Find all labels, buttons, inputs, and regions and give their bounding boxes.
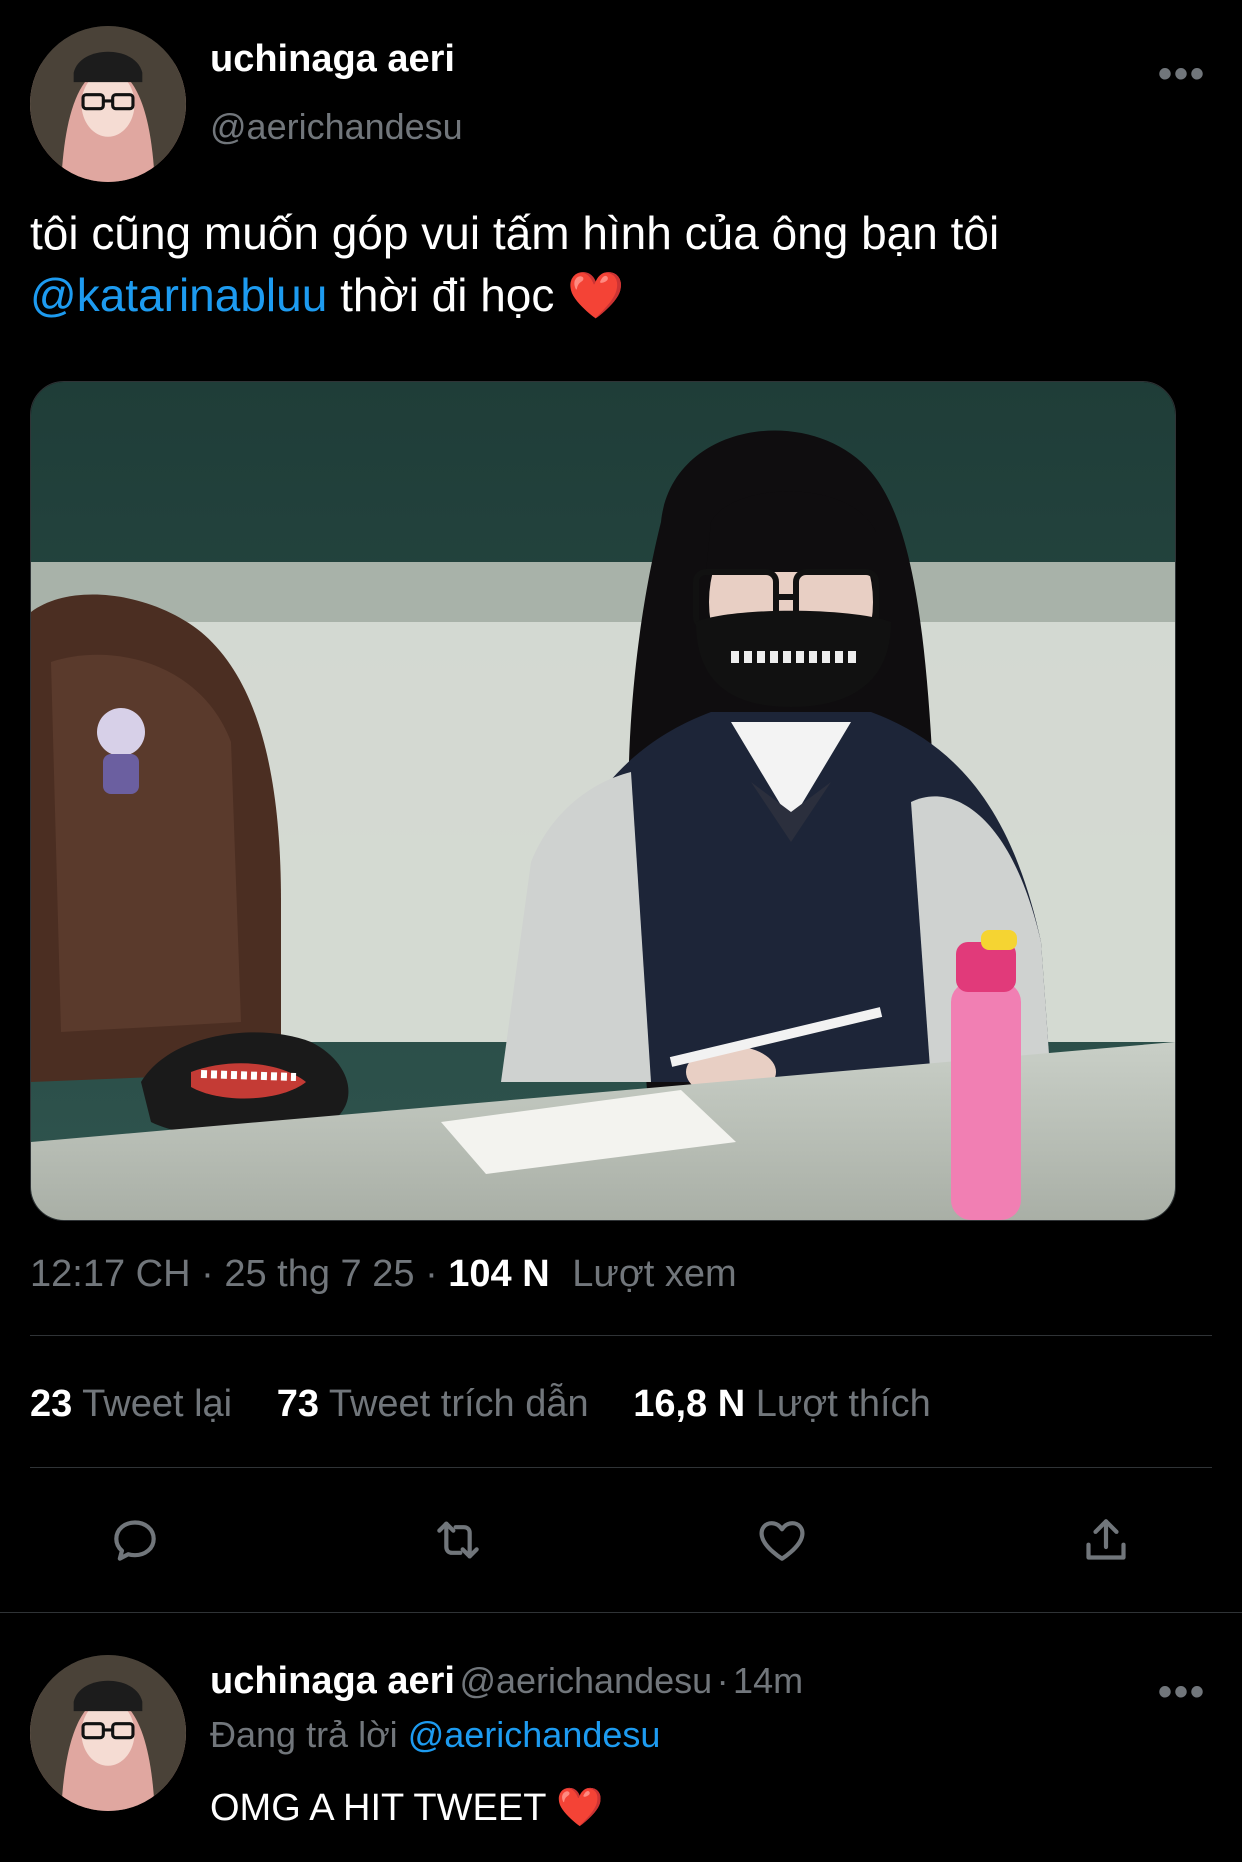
author-name[interactable]: uchinaga aeri <box>210 38 455 81</box>
retweet-icon[interactable] <box>430 1512 486 1568</box>
author-handle[interactable]: @aerichandesu <box>210 106 463 148</box>
tweet-stats: 23 Tweet lại 73 Tweet trích dẫn 16,8 N L… <box>30 1383 931 1426</box>
replying-to-mention[interactable]: @aerichandesu <box>408 1714 661 1755</box>
divider <box>30 1467 1212 1468</box>
reply-author-avatar[interactable] <box>30 1655 186 1811</box>
reply-author-handle[interactable]: @aerichandesu <box>459 1660 712 1701</box>
avatar-image <box>30 26 186 182</box>
heart-emoji: ❤️ <box>567 269 625 321</box>
meta-separator: · <box>201 1253 214 1295</box>
more-icon[interactable]: ••• <box>1158 52 1206 97</box>
divider <box>30 1335 1212 1336</box>
tweet-meta: 12:17 CH · 25 thg 7 25 · 104 N Lượt xem <box>30 1253 737 1296</box>
tweet-media-image[interactable] <box>30 381 1176 1221</box>
tweet-text-line2: @katarinabluu thời đi học ❤️ <box>30 264 1210 326</box>
views-count: 104 N <box>448 1253 550 1295</box>
reply-text-content: OMG A HIT TWEET <box>210 1787 546 1829</box>
tweet-text: tôi cũng muốn góp vui tấm hình của ông b… <box>30 202 1210 326</box>
quotes-label: Tweet trích dẫn <box>328 1383 589 1425</box>
meta-separator: · <box>425 1253 438 1295</box>
tweet-text-tail: thời đi học <box>327 269 568 321</box>
tweet-date[interactable]: 25 thg 7 25 <box>224 1253 414 1295</box>
retweets-label: Tweet lại <box>82 1383 233 1425</box>
avatar-image <box>30 1655 186 1811</box>
retweets-stat[interactable]: 23 Tweet lại <box>30 1383 232 1425</box>
reply-time[interactable]: 14m <box>733 1660 803 1701</box>
author-avatar[interactable] <box>30 26 186 182</box>
share-icon[interactable] <box>1078 1512 1134 1568</box>
reply-header: uchinaga aeri @aerichandesu · 14m <box>210 1660 803 1703</box>
quotes-count: 73 <box>276 1383 319 1425</box>
mention-link[interactable]: @katarinabluu <box>30 269 327 321</box>
likes-stat[interactable]: 16,8 N Lượt thích <box>633 1383 931 1425</box>
reply-icon[interactable] <box>107 1512 163 1568</box>
likes-label: Lượt thích <box>755 1383 931 1425</box>
heart-emoji: ❤️ <box>556 1787 604 1829</box>
likes-count: 16,8 N <box>633 1383 746 1425</box>
replying-label: Đang trả lời <box>210 1714 398 1755</box>
quotes-stat[interactable]: 73 Tweet trích dẫn <box>277 1383 589 1425</box>
tweet-time[interactable]: 12:17 CH <box>30 1253 191 1295</box>
tweet-text-line1: tôi cũng muốn góp vui tấm hình của ông b… <box>30 207 1000 259</box>
reply-time-separator: · <box>716 1660 729 1701</box>
retweets-count: 23 <box>30 1383 73 1425</box>
reply-more-icon[interactable]: ••• <box>1158 1670 1206 1715</box>
reply-text: OMG A HIT TWEET ❤️ <box>210 1786 604 1830</box>
views-label: Lượt xem <box>572 1253 737 1295</box>
divider <box>0 1612 1242 1613</box>
replying-to: Đang trả lời @aerichandesu <box>210 1714 660 1756</box>
photo-illustration <box>31 382 1175 1220</box>
heart-icon[interactable] <box>754 1512 810 1568</box>
reply-author-name[interactable]: uchinaga aeri <box>210 1660 455 1702</box>
